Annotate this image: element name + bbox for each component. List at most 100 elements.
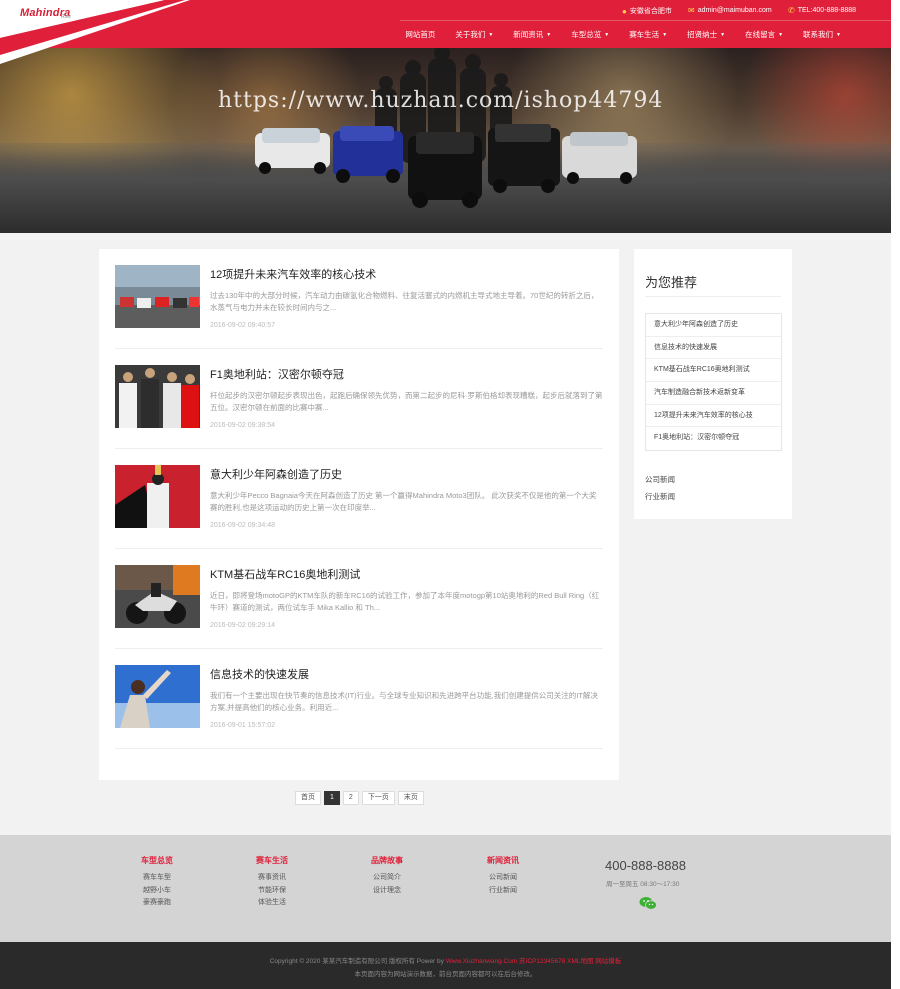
footer-column-brand: 品牌故事 公司简介 设计理念 <box>352 855 422 897</box>
recommend-item[interactable]: 12项提升未来汽车效率的核心技 <box>646 405 781 428</box>
site-footer: 车型总览 赛车车型 越野小车 豪赛豪跑 赛车生活 赛事资讯 节能环保 体验生活 … <box>0 835 891 942</box>
page-next-button[interactable]: 下一页 <box>361 791 395 805</box>
article-title[interactable]: 意大利少年阿森创造了历史 <box>210 466 342 482</box>
article-date: 2016-09-02 09:29:14 <box>210 622 275 629</box>
email-info[interactable]: ✉ admin@maimuban.com <box>688 6 772 15</box>
footer-column-models: 车型总览 赛车车型 越野小车 豪赛豪跑 <box>122 855 192 910</box>
recommend-item[interactable]: 信息技术的快速发展 <box>646 337 781 360</box>
article-date: 2016-09-02 09:34:48 <box>210 522 275 529</box>
footer-phone: 400-888-8888 <box>605 858 686 873</box>
caret-down-icon: ▼ <box>604 31 610 38</box>
hero-banner: https://www.huzhan.com/ishop44794 <box>0 48 891 233</box>
article-item[interactable]: F1奥地利站：汉密尔顿夺冠 杆位起步的汉密尔顿起步表现出色，起跑后确保领先优势，… <box>115 365 603 449</box>
recommend-item[interactable]: KTM基石战车RC16奥地利测试 <box>646 359 781 383</box>
sidebar: 为您推荐 意大利少年阿森创造了历史 信息技术的快速发展 KTM基石战车RC16奥… <box>634 249 792 519</box>
caret-down-icon: ▼ <box>662 31 668 38</box>
footer-link[interactable]: 公司新闻 <box>468 872 538 885</box>
nav-label: 招贤纳士 <box>687 30 718 39</box>
main-nav: 网站首页 关于我们 ▼ 新闻资讯 ▼ 车型总览 ▼ 赛车生活 ▼ 招贤纳士 ▼ 在线留言 ▼… <box>395 26 851 43</box>
page-edge <box>891 0 900 989</box>
footer-link[interactable]: 赛事资讯 <box>237 872 307 885</box>
page-2-button[interactable]: 2 <box>342 791 359 805</box>
caret-down-icon: ▼ <box>546 31 552 38</box>
recommend-list: 意大利少年阿森创造了历史 信息技术的快速发展 KTM基石战车RC16奥地利测试 … <box>645 313 782 452</box>
footer-heading[interactable]: 车型总览 <box>122 855 192 866</box>
page-last-button[interactable]: 末页 <box>397 791 424 805</box>
nav-item-contact[interactable]: 联系我们 ▼ <box>793 26 851 43</box>
article-title[interactable]: KTM基石战车RC16奥地利测试 <box>210 566 360 582</box>
footer-link[interactable]: 公司简介 <box>352 872 422 885</box>
nav-label: 在线留言 <box>745 30 776 39</box>
article-thumbnail[interactable] <box>115 365 200 428</box>
location-text: 安徽省合肥市 <box>629 8 672 15</box>
phone-icon: ✆ <box>788 6 795 15</box>
racing-cars-image <box>115 265 200 328</box>
article-thumbnail[interactable] <box>115 565 200 628</box>
article-title[interactable]: F1奥地利站：汉密尔顿夺冠 <box>210 366 344 382</box>
footer-link[interactable]: 节能环保 <box>237 885 307 898</box>
mail-icon: ✉ <box>688 6 695 15</box>
header-divider <box>400 20 891 21</box>
tel-text: TEL:400-888-8888 <box>797 7 857 14</box>
nav-item-racing[interactable]: 赛车生活 ▼ <box>619 26 677 43</box>
article-desc: 意大利少年Pecco Bagnaia今天在阿森创造了历史 第一个赢得Mahind… <box>210 491 597 512</box>
caret-down-icon: ▼ <box>836 31 841 38</box>
footer-heading[interactable]: 新闻资讯 <box>468 855 538 866</box>
footer-link[interactable]: 豪赛豪跑 <box>122 897 192 910</box>
article-desc: 我们有一个主要出现在快节奏的信息技术(IT)行业。与全球专业知识和先进跨平台功能… <box>210 691 598 712</box>
nav-label: 车型总览 <box>571 30 602 39</box>
page-1-button[interactable]: 1 <box>324 791 340 805</box>
article-desc: 近日，即将登场motoGP的KTM车队的新车RC16的试验工作，参加了本年度mo… <box>210 591 600 612</box>
email-text[interactable]: admin@maimuban.com <box>698 7 772 14</box>
recommend-item[interactable]: 汽车制造融合新技术返新变革 <box>646 382 781 405</box>
page-first-button[interactable]: 首页 <box>295 791 321 805</box>
footer-link[interactable]: 体验生活 <box>237 897 307 910</box>
nav-label: 新闻资讯 <box>513 30 544 39</box>
pagination: 首页 1 2 下一页 末页 <box>295 791 424 805</box>
category-link[interactable]: 行业新闻 <box>645 491 675 502</box>
article-date: 2016-09-02 09:38:54 <box>210 422 275 429</box>
nav-item-about[interactable]: 关于我们 ▼ <box>445 26 503 43</box>
footer-link[interactable]: 赛车车型 <box>122 872 192 885</box>
footer-hours: 周一至周五 08:30～17:30 <box>606 881 680 888</box>
article-thumbnail[interactable] <box>115 665 200 728</box>
copyright-line: Copyright © 2020 某某汽车制造有限公司 版权所有 Power b… <box>0 955 891 965</box>
footer-heading[interactable]: 赛车生活 <box>237 855 307 866</box>
article-list: 12项提升未来汽车效率的核心技术 过去130年中的大部分时候，汽车动力由碳氢化合… <box>99 249 619 780</box>
article-item[interactable]: 意大利少年阿森创造了历史 意大利少年Pecco Bagnaia今天在阿森创造了历… <box>115 465 603 549</box>
banner-cars-image <box>255 48 637 208</box>
article-title[interactable]: 信息技术的快速发展 <box>210 666 309 682</box>
tel-info: ✆ TEL:400-888-8888 <box>788 6 856 15</box>
article-item[interactable]: KTM基石战车RC16奥地利测试 近日，即将登场motoGP的KTM车队的新车R… <box>115 565 603 649</box>
nav-item-message[interactable]: 在线留言 ▼ <box>735 26 793 43</box>
banner-watermark: https://www.huzhan.com/ishop44794 <box>218 88 664 113</box>
article-thumbnail[interactable] <box>115 265 200 328</box>
footer-column-news: 新闻资讯 公司新闻 行业新闻 <box>468 855 538 897</box>
footer-link[interactable]: 设计理念 <box>352 885 422 898</box>
article-item[interactable]: 12项提升未来汽车效率的核心技术 过去130年中的大部分时候，汽车动力由碳氢化合… <box>115 265 603 349</box>
footer-link[interactable]: 行业新闻 <box>468 885 538 898</box>
ktm-motorbike-image <box>115 565 200 628</box>
article-item[interactable]: 信息技术的快速发展 我们有一个主要出现在快节奏的信息技术(IT)行业。与全球专业… <box>115 665 603 749</box>
nav-item-jobs[interactable]: 招贤纳士 ▼ <box>677 26 735 43</box>
nav-label: 联系我们 <box>803 30 834 39</box>
footer-heading[interactable]: 品牌故事 <box>352 855 422 866</box>
copyright-link[interactable]: Www.Xiuzhanwang.Com 苏ICP12345678 XML地图 网… <box>446 958 622 965</box>
category-link[interactable]: 公司新闻 <box>645 474 675 485</box>
nav-label: 关于我们 <box>455 30 486 39</box>
article-title[interactable]: 12项提升未来汽车效率的核心技术 <box>210 266 376 282</box>
nav-item-models[interactable]: 车型总览 ▼ <box>561 26 619 43</box>
article-date: 2016-09-01 15:57:02 <box>210 722 275 729</box>
article-thumbnail[interactable] <box>115 465 200 528</box>
nav-item-home[interactable]: 网站首页 <box>395 26 445 43</box>
nav-label: 赛车生活 <box>629 30 660 39</box>
nav-item-news[interactable]: 新闻资讯 ▼ <box>503 26 561 43</box>
logo[interactable]: Mahindra Rise <box>0 0 190 70</box>
caret-down-icon: ▼ <box>778 31 784 38</box>
footer-link[interactable]: 越野小车 <box>122 885 192 898</box>
recommend-item[interactable]: F1奥地利站：汉密尔顿夺冠 <box>646 427 781 450</box>
recommend-item[interactable]: 意大利少年阿森创造了历史 <box>646 314 781 337</box>
wechat-icon[interactable] <box>639 896 657 910</box>
copyright-bar: Copyright © 2020 某某汽车制造有限公司 版权所有 Power b… <box>0 942 891 989</box>
article-desc: 过去130年中的大部分时候，汽车动力由碳氢化合物燃料、往复活塞式的内燃机主导式地… <box>210 291 599 312</box>
